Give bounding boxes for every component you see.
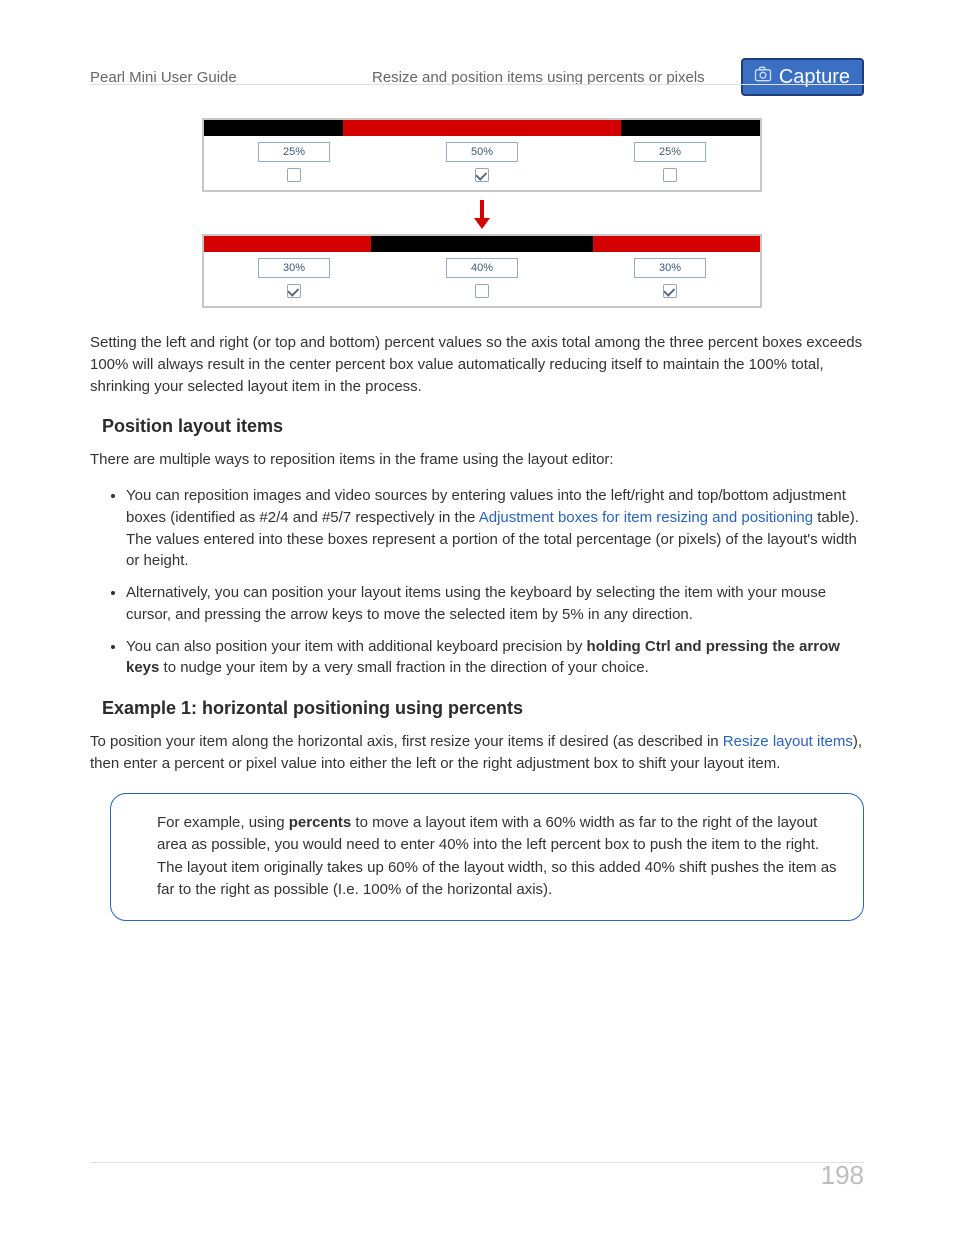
link-adjustment-boxes[interactable]: Adjustment boxes for item resizing and p… (479, 509, 813, 526)
diagram-panel-b: 30% 40% 30% (202, 234, 762, 308)
heading-example-1: Example 1: horizontal positioning using … (102, 695, 864, 721)
percent-input[interactable]: 50% (446, 142, 518, 162)
example-pre: To position your item along the horizont… (90, 733, 723, 750)
percent-input[interactable]: 25% (634, 142, 706, 162)
bar-segment (204, 120, 343, 136)
list-item: You can also position your item with add… (126, 636, 864, 680)
diagram-panel-b-inputs: 30% 40% 30% (204, 252, 760, 306)
percent-cell: 30% (254, 258, 334, 298)
list-item: You can reposition images and video sour… (126, 485, 864, 572)
paragraph-example-intro: To position your item along the horizont… (90, 731, 864, 775)
capture-badge: Capture (741, 58, 864, 96)
header-rule (90, 84, 864, 85)
percent-checkbox[interactable] (475, 284, 489, 298)
bar-segment (371, 236, 593, 252)
camera-icon (753, 64, 773, 90)
list-item: Alternatively, you can position your lay… (126, 582, 864, 626)
note-bold: percents (289, 814, 352, 831)
diagram-panel-a-bar (204, 120, 760, 136)
bullet3-pre: You can also position your item with add… (126, 638, 587, 655)
link-resize-layout-items[interactable]: Resize layout items (723, 733, 853, 750)
percent-input[interactable]: 40% (446, 258, 518, 278)
percent-checkbox[interactable] (287, 168, 301, 182)
footer-rule-wrap (90, 1162, 864, 1163)
bullet2-text: Alternatively, you can position your lay… (126, 584, 826, 623)
percent-cell: 50% (442, 142, 522, 182)
percent-checkbox[interactable] (287, 284, 301, 298)
diagram-panel-b-bar (204, 236, 760, 252)
percent-input[interactable]: 30% (634, 258, 706, 278)
percent-cell: 25% (254, 142, 334, 182)
bar-segment (621, 120, 760, 136)
percent-checkbox[interactable] (663, 168, 677, 182)
section-title: Resize and position items using percents… (372, 69, 705, 86)
percent-input[interactable]: 30% (258, 258, 330, 278)
note-box: For example, using percents to move a la… (110, 793, 864, 921)
heading-position-layout-items: Position layout items (102, 413, 864, 439)
paragraph-after-diagram: Setting the left and right (or top and b… (90, 332, 864, 397)
diagram-panel-a-inputs: 25% 50% 25% (204, 136, 760, 190)
bar-segment (593, 236, 760, 252)
paragraph-position-intro: There are multiple ways to reposition it… (90, 449, 864, 471)
bar-segment (343, 120, 621, 136)
diagram-panel-a: 25% 50% 25% (202, 118, 762, 192)
percent-input[interactable]: 25% (258, 142, 330, 162)
percent-cell: 25% (630, 142, 710, 182)
capture-badge-label: Capture (779, 66, 850, 89)
guide-title: Pearl Mini User Guide (90, 69, 237, 86)
bullet3-post: to nudge your item by a very small fract… (159, 659, 648, 676)
down-arrow-icon (202, 192, 762, 234)
percent-cell: 30% (630, 258, 710, 298)
percent-diagram: 25% 50% 25% 30% 40% 30% (202, 118, 762, 308)
percent-checkbox[interactable] (663, 284, 677, 298)
bar-segment (204, 236, 371, 252)
percent-cell: 40% (442, 258, 522, 298)
position-bullet-list: You can reposition images and video sour… (126, 485, 864, 679)
percent-checkbox[interactable] (475, 168, 489, 182)
note-pre: For example, using (157, 814, 289, 831)
page-number: 198 (821, 1160, 864, 1191)
